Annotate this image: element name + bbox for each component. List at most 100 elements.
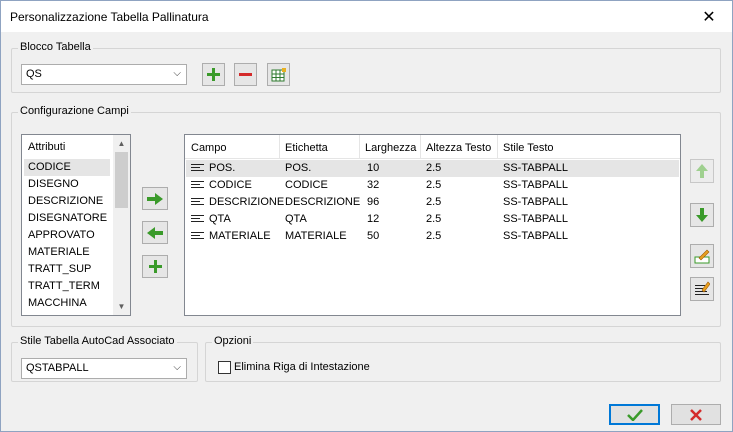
move-left-button[interactable] (142, 221, 168, 244)
attributi-header: Attributi (28, 141, 66, 153)
window-title: Personalizzazione Tabella Pallinatura (10, 10, 209, 24)
minus-icon (239, 73, 252, 76)
text-lines-icon (191, 181, 204, 191)
configurazione-campi-label: Configurazione Campi (18, 105, 131, 117)
column-separator (497, 135, 498, 159)
cell-etichetta: MATERIALE (285, 230, 347, 242)
table-settings-button[interactable] (267, 63, 290, 86)
cell-campo: QTA (209, 213, 231, 225)
table-row[interactable]: POS. POS. 10 2.5 SS-TABPALL (186, 160, 679, 177)
chevron-down-icon: ⌵ (173, 362, 181, 373)
cell-altezza: 2.5 (426, 162, 442, 174)
elimina-riga-label[interactable]: Elimina Riga di Intestazione (234, 361, 370, 373)
configurazione-campi-group: Configurazione Campi Attributi CODICE DI… (11, 105, 721, 327)
list-item[interactable]: MATERIALE (28, 244, 112, 261)
stile-tabella-label: Stile Tabella AutoCad Associato (18, 335, 177, 347)
elimina-riga-checkbox[interactable] (218, 361, 231, 374)
blocco-tabella-value: QS (26, 68, 42, 80)
add-field-button[interactable] (142, 255, 168, 278)
table-row[interactable]: QTA QTA 12 2.5 SS-TABPALL (186, 211, 679, 228)
opzioni-group: Opzioni Elimina Riga di Intestazione (205, 335, 721, 382)
cell-altezza: 2.5 (426, 213, 442, 225)
arrow-up-icon (696, 164, 708, 178)
column-header-altezza[interactable]: Altezza Testo (426, 142, 491, 154)
column-header-larghezza[interactable]: Larghezza (365, 142, 416, 154)
edit-field-button[interactable] (690, 244, 714, 268)
cell-larghezza: 10 (367, 162, 380, 174)
move-up-button[interactable] (690, 159, 714, 183)
dialog-window: Personalizzazione Tabella Pallinatura ✕ … (0, 0, 733, 432)
table-icon (271, 67, 286, 81)
cell-altezza: 2.5 (426, 196, 442, 208)
edit-label-button[interactable] (690, 277, 714, 301)
cell-campo: POS. (209, 162, 236, 174)
remove-block-button[interactable] (234, 63, 257, 86)
list-item[interactable]: DESCRIZIONE (28, 193, 112, 210)
opzioni-label: Opzioni (212, 335, 254, 347)
cell-campo: MATERIALE (209, 230, 271, 242)
column-header-etichetta[interactable]: Etichetta (285, 142, 328, 154)
plus-icon (207, 68, 220, 81)
text-lines-icon (191, 215, 204, 225)
cell-larghezza: 32 (367, 179, 380, 191)
table-row[interactable]: MATERIALE MATERIALE 50 2.5 SS-TABPALL (186, 228, 679, 245)
cell-altezza: 2.5 (426, 179, 442, 191)
column-separator (279, 135, 280, 159)
ok-button[interactable] (609, 404, 660, 425)
add-block-button[interactable] (202, 63, 225, 86)
grid-header: Campo Etichetta Larghezza Altezza Testo … (185, 135, 680, 159)
plus-icon (148, 260, 162, 273)
blocco-tabella-group: Blocco Tabella QS ⌵ (11, 41, 721, 93)
cell-stile: SS-TABPALL (503, 230, 569, 242)
list-item[interactable]: TRATT_TERM (28, 278, 112, 295)
blocco-tabella-select[interactable]: QS ⌵ (21, 64, 187, 85)
cancel-x-icon (690, 408, 702, 421)
attributi-list[interactable]: Attributi CODICE DISEGNO DESCRIZIONE DIS… (21, 134, 131, 316)
list-item[interactable]: DISEGNO (28, 176, 112, 193)
cell-larghezza: 50 (367, 230, 380, 242)
cell-campo: DESCRIZIONE (209, 196, 285, 208)
chevron-down-icon: ⌵ (173, 68, 181, 79)
list-item[interactable]: DISEGNATORE (28, 210, 112, 227)
cell-etichetta: QTA (285, 213, 307, 225)
list-item[interactable]: APPROVATO (28, 227, 112, 244)
close-icon[interactable]: ✕ (686, 1, 732, 32)
attributi-scrollbar[interactable]: ▲ ▼ (113, 135, 130, 315)
checkmark-icon (626, 408, 643, 421)
cell-etichetta: DESCRIZIONE (285, 196, 361, 208)
text-edit-icon (695, 281, 710, 295)
stile-tabella-group: Stile Tabella AutoCad Associato QSTABPAL… (11, 335, 198, 382)
table-row[interactable]: DESCRIZIONE DESCRIZIONE 96 2.5 SS-TABPAL… (186, 194, 679, 211)
blocco-tabella-label: Blocco Tabella (18, 41, 93, 53)
cell-stile: SS-TABPALL (503, 179, 569, 191)
column-separator (420, 135, 421, 159)
cell-campo: CODICE (209, 179, 252, 191)
cell-etichetta: CODICE (285, 179, 328, 191)
cell-altezza: 2.5 (426, 230, 442, 242)
column-header-campo[interactable]: Campo (191, 142, 226, 154)
title-bar: Personalizzazione Tabella Pallinatura ✕ (1, 1, 732, 32)
stile-tabella-value: QSTABPALL (26, 362, 89, 374)
list-item[interactable]: MACCHINA (28, 295, 112, 312)
list-item[interactable]: TRATT_SUP (28, 261, 112, 278)
table-row[interactable]: CODICE CODICE 32 2.5 SS-TABPALL (186, 177, 679, 194)
cell-stile: SS-TABPALL (503, 213, 569, 225)
cell-larghezza: 12 (367, 213, 380, 225)
list-item[interactable]: CODICE (24, 159, 110, 176)
fields-grid[interactable]: Campo Etichetta Larghezza Altezza Testo … (184, 134, 681, 316)
cell-stile: SS-TABPALL (503, 196, 569, 208)
text-lines-icon (191, 198, 204, 208)
cancel-button[interactable] (671, 404, 721, 425)
move-down-button[interactable] (690, 203, 714, 227)
pencil-edit-icon (694, 249, 710, 264)
cell-etichetta: POS. (285, 162, 312, 174)
move-right-button[interactable] (142, 187, 168, 210)
column-header-stile[interactable]: Stile Testo (503, 142, 554, 154)
scrollbar-thumb[interactable] (115, 152, 128, 208)
arrow-left-icon (147, 226, 163, 239)
text-lines-icon (191, 232, 204, 242)
stile-tabella-select[interactable]: QSTABPALL ⌵ (21, 358, 187, 379)
arrow-down-icon (696, 208, 708, 222)
scroll-down-icon[interactable]: ▼ (113, 298, 130, 315)
scroll-up-icon[interactable]: ▲ (113, 135, 130, 152)
